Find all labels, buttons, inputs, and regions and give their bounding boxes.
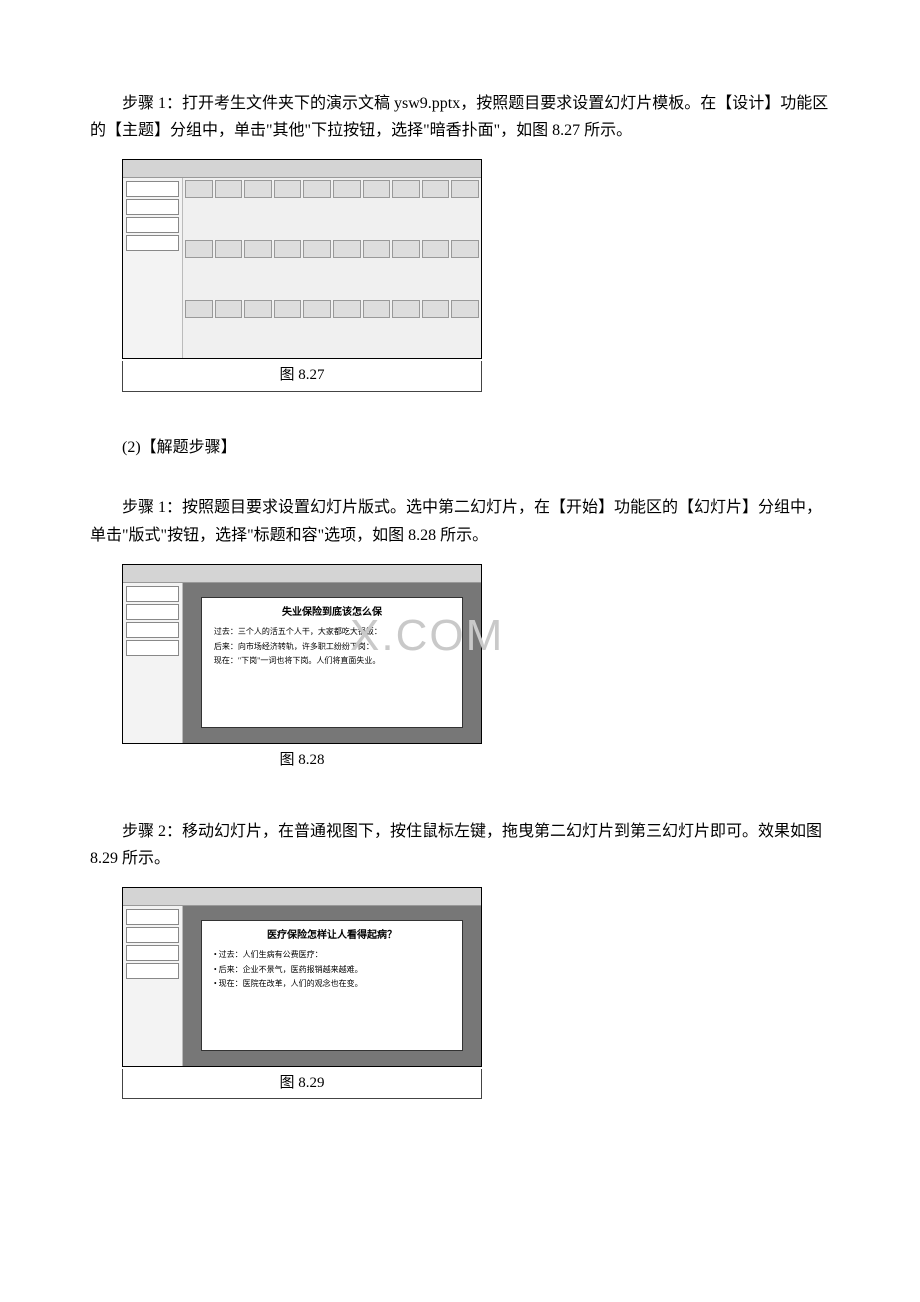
ppt-thumbnail-panel xyxy=(123,178,183,358)
slide-thumb xyxy=(126,963,179,979)
figure-8-28-block: 失业保险到底该怎么保 过去：三个人的活五个人干，大家都吃大锅饭： 后来：向市场经… xyxy=(122,564,830,776)
theme-gallery xyxy=(183,178,481,358)
slide-content-3: 医疗保险怎样让人看得起病？ • 过去：人们生病有公费医疗： • 后来：企业不景气… xyxy=(201,920,463,1051)
slide-thumb xyxy=(126,604,179,620)
paragraph-step1-theme: 步骤 1：打开考生文件夹下的演示文稿 ysw9.pptx，按照题目要求设置幻灯片… xyxy=(90,90,830,144)
figure-8-29-block: 医疗保险怎样让人看得起病？ • 过去：人们生病有公费医疗： • 后来：企业不景气… xyxy=(122,887,830,1100)
figure-8-27-caption: 图 8.27 xyxy=(122,361,482,392)
ppt-body: 失业保险到底该怎么保 过去：三个人的活五个人干，大家都吃大锅饭： 后来：向市场经… xyxy=(123,583,481,743)
ppt-ribbon xyxy=(123,565,481,583)
slide-thumb xyxy=(126,181,179,197)
ppt-ribbon xyxy=(123,888,481,906)
slide-2-line: 过去：三个人的活五个人干，大家都吃大锅饭： xyxy=(214,625,456,639)
slide-thumb xyxy=(126,235,179,251)
slide-thumb xyxy=(126,199,179,215)
slide-2-line: 后来：向市场经济转轨，许多职工纷纷下岗： xyxy=(214,640,456,654)
slide-canvas: 失业保险到底该怎么保 过去：三个人的活五个人干，大家都吃大锅饭： 后来：向市场经… xyxy=(183,583,481,743)
paragraph-step1-layout: 步骤 1：按照题目要求设置幻灯片版式。选中第二幻灯片，在【开始】功能区的【幻灯片… xyxy=(90,494,830,548)
ppt-body xyxy=(123,178,481,358)
slide-thumb xyxy=(126,945,179,961)
figure-8-29-caption: 图 8.29 xyxy=(122,1069,482,1100)
slide-content-2: 失业保险到底该怎么保 过去：三个人的活五个人干，大家都吃大锅饭： 后来：向市场经… xyxy=(201,597,463,728)
slide-thumb xyxy=(126,217,179,233)
slide-3-line: • 过去：人们生病有公费医疗： xyxy=(214,948,456,962)
slide-2-line: 现在："下岗"一词也将下岗。人们将直面失业。 xyxy=(214,654,456,668)
slide-2-title: 失业保险到底该怎么保 xyxy=(208,604,456,621)
ppt-body: 医疗保险怎样让人看得起病？ • 过去：人们生病有公费医疗： • 后来：企业不景气… xyxy=(123,906,481,1066)
ppt-thumbnail-panel xyxy=(123,906,183,1066)
slide-thumb xyxy=(126,640,179,656)
slide-thumb xyxy=(126,909,179,925)
figure-8-29-image: 医疗保险怎样让人看得起病？ • 过去：人们生病有公费医疗： • 后来：企业不景气… xyxy=(122,887,482,1067)
figure-8-28-caption: 图 8.28 xyxy=(122,746,482,776)
slide-thumb xyxy=(126,586,179,602)
slide-canvas: 医疗保险怎样让人看得起病？ • 过去：人们生病有公费医疗： • 后来：企业不景气… xyxy=(183,906,481,1066)
slide-3-line: • 后来：企业不景气，医药报销越来越难。 xyxy=(214,963,456,977)
slide-thumb xyxy=(126,622,179,638)
figure-8-28-image: 失业保险到底该怎么保 过去：三个人的活五个人干，大家都吃大锅饭： 后来：向市场经… xyxy=(122,564,482,744)
paragraph-solution-heading: (2)【解题步骤】 xyxy=(90,434,830,461)
paragraph-step2-move: 步骤 2：移动幻灯片，在普通视图下，按住鼠标左键，拖曳第二幻灯片到第三幻灯片即可… xyxy=(90,818,830,872)
slide-thumb xyxy=(126,927,179,943)
ppt-ribbon xyxy=(123,160,481,178)
ppt-thumbnail-panel xyxy=(123,583,183,743)
figure-8-28-section: 失业保险到底该怎么保 过去：三个人的活五个人干，大家都吃大锅饭： 后来：向市场经… xyxy=(90,564,830,776)
figure-8-27-image xyxy=(122,159,482,359)
figure-8-27-block: 图 8.27 xyxy=(122,159,830,392)
slide-3-title: 医疗保险怎样让人看得起病？ xyxy=(208,927,456,944)
slide-3-line: • 现在：医院在改革，人们的观念也在变。 xyxy=(214,977,456,991)
